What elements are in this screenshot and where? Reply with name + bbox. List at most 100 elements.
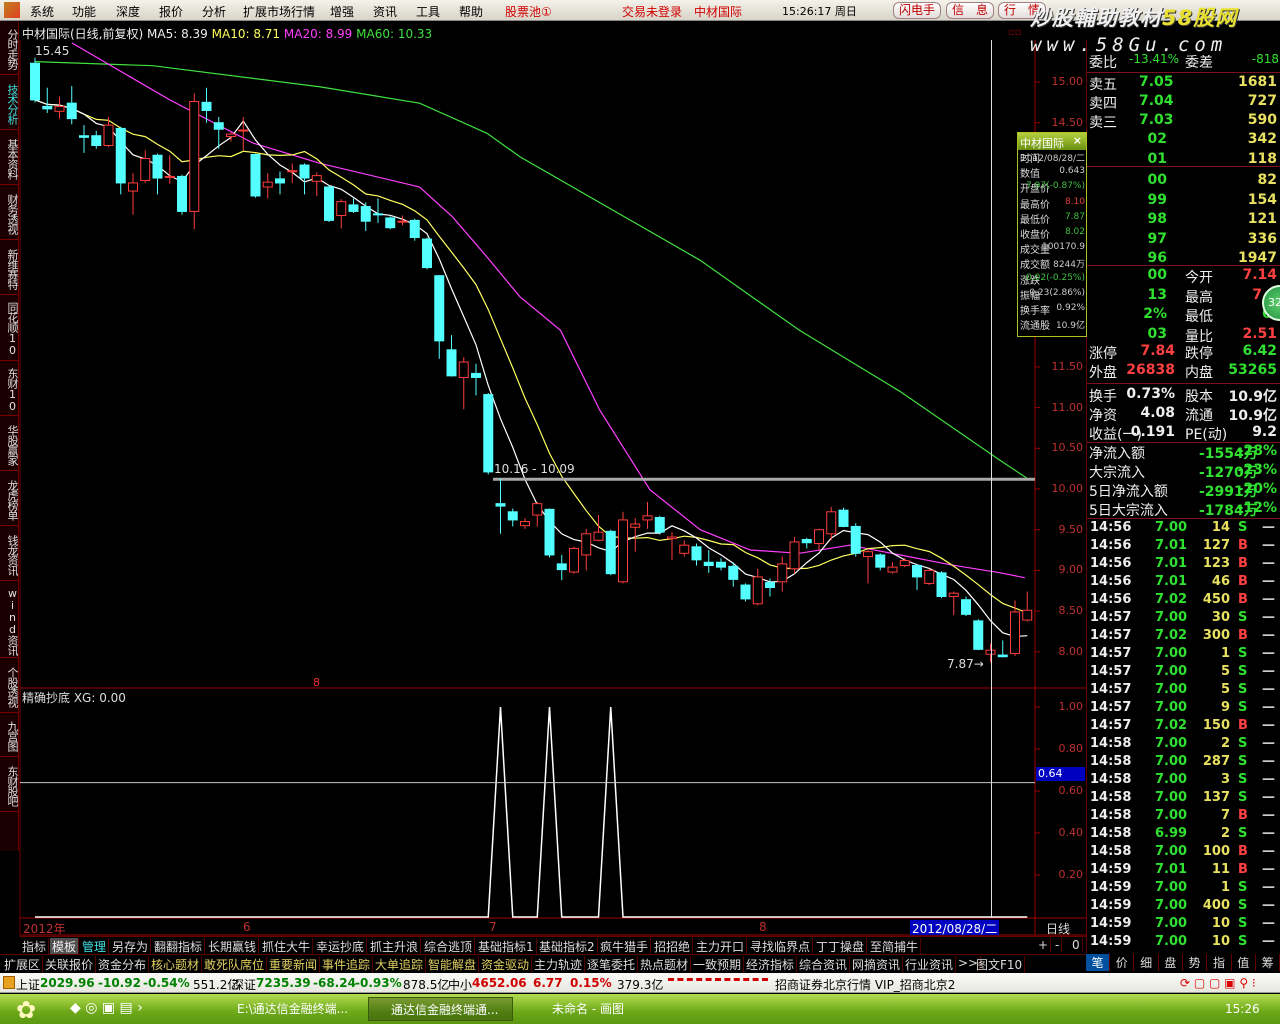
indicator-tab[interactable]: 模板 — [50, 938, 80, 955]
ext-tab[interactable]: 智能解盘 — [426, 956, 480, 973]
moving-averages — [34, 42, 1035, 638]
indicator-tab[interactable]: 基础指标1 — [476, 938, 537, 955]
indicator-tab[interactable]: 基础指标2 — [537, 938, 598, 955]
ext-tab[interactable]: 网摘资讯 — [850, 956, 904, 973]
ext-tab[interactable]: 敢死队席位 — [202, 956, 268, 973]
ext-tab[interactable]: 热点题材 — [638, 956, 692, 973]
quote-tab[interactable]: 值 — [1232, 954, 1256, 971]
indicator-tab[interactable]: 指标 — [20, 938, 50, 955]
period-label[interactable]: 日线 — [1046, 920, 1070, 937]
start-button-flower-icon[interactable]: ✿ — [16, 996, 36, 1024]
tooltip-row: 时间 2012/08/28/二 — [1018, 150, 1086, 165]
taskbar-item-paint[interactable]: 未命名 - 画图 — [530, 997, 650, 1021]
ext-tab[interactable]: 关联报价 — [43, 956, 97, 973]
ext-tab[interactable]: 扩展区 — [2, 956, 44, 973]
ext-tab[interactable]: 主力轨迹 — [532, 956, 586, 973]
tick-price: 7.00 — [1155, 664, 1188, 679]
quote-tab[interactable]: 筹 — [1256, 954, 1280, 971]
candle-body — [66, 102, 77, 120]
zoom-button[interactable]: 0 — [1070, 938, 1083, 952]
indicator-tab[interactable]: 抓住大牛 — [260, 938, 314, 955]
taskbar-item-explorer[interactable]: E:\通达信金融终端... — [215, 997, 355, 1021]
separator — [1087, 265, 1280, 266]
status-tray-icons[interactable]: ⟳ ▢ ▢ ▣ ⚲ ⁝ — [1180, 976, 1256, 990]
candle — [434, 274, 445, 359]
candle — [863, 550, 873, 584]
stat-label: 净资 — [1089, 407, 1117, 424]
candle-body — [936, 572, 947, 597]
ext-tab[interactable]: 资金驱动 — [479, 956, 533, 973]
candle — [691, 543, 702, 566]
ext-tab[interactable]: 图文F10 — [974, 956, 1026, 973]
candle-body — [385, 217, 396, 229]
tick-row: 14:56 7.02 450 B — — [1090, 591, 1280, 609]
ask-volume: 590 — [1247, 112, 1277, 128]
high-price-label: 15.45 — [35, 44, 70, 58]
quote-tab[interactable]: 指 — [1208, 954, 1232, 971]
tick-volume: 7 — [1220, 808, 1230, 823]
indicator-tab[interactable]: 管理 — [80, 938, 110, 955]
candle — [789, 537, 800, 574]
quote-tab[interactable]: 盘 — [1159, 954, 1183, 971]
tick-time: 14:59 — [1090, 880, 1132, 895]
indicator-tab[interactable]: 疯牛猎手 — [598, 938, 652, 955]
ext-tab[interactable]: 资金分布 — [96, 956, 150, 973]
indicator-tick-label: 0.80 — [1058, 742, 1084, 755]
quote-tab[interactable]: 势 — [1183, 954, 1208, 971]
sz-index-pct: -0.93% — [355, 976, 402, 990]
quote-tab[interactable]: 价 — [1110, 954, 1135, 971]
separator — [1087, 72, 1280, 73]
quick-launch-icons[interactable]: ◆ ◎ ▣ ▤ › — [70, 1000, 143, 1016]
quote-tab[interactable]: 笔 — [1086, 954, 1110, 971]
ext-tab[interactable]: 逐笔委托 — [585, 956, 639, 973]
indicator-tab[interactable]: 抓主升浪 — [368, 938, 422, 955]
ext-tab[interactable]: 经济指标 — [744, 956, 798, 973]
zoom-button[interactable]: - — [1053, 938, 1063, 952]
candle-body — [152, 154, 163, 179]
stat-fragment: 00 — [1147, 267, 1167, 283]
ext-tab[interactable]: 大单追踪 — [373, 956, 427, 973]
candle — [936, 571, 947, 599]
indicator-tab[interactable]: 综合逃顶 — [422, 938, 476, 955]
tick-side: B — [1238, 808, 1248, 823]
ask-volume: 727 — [1247, 93, 1277, 109]
tick-side: B — [1238, 556, 1248, 571]
close-icon[interactable]: × — [1073, 134, 1082, 147]
indicator-tab[interactable]: 另存为 — [110, 938, 152, 955]
candle-body — [679, 544, 690, 554]
zoom-button[interactable]: + — [1036, 938, 1052, 952]
tick-side: S — [1238, 610, 1248, 625]
tick-time: 14:56 — [1090, 556, 1132, 571]
tick-time: 14:57 — [1090, 628, 1132, 643]
quote-stat-row: 00 今开 7.14 — [1089, 267, 1279, 286]
candle — [948, 591, 959, 616]
chart-window-controls[interactable]: ▫▫ — [1008, 27, 1022, 38]
indicator-tab[interactable]: 至简捕牛 — [868, 938, 922, 955]
indicator-tab[interactable]: 幸运抄底 — [314, 938, 368, 955]
candle-body — [91, 135, 102, 146]
tick-row: 14:57 7.00 1 S — — [1090, 645, 1280, 663]
ext-tab[interactable]: 一致预期 — [691, 956, 745, 973]
server-info[interactable]: 招商证券北京行情 VIP_招商北京2 — [775, 976, 955, 993]
taskbar-item-tdx[interactable]: 通达信金融终端通... — [368, 997, 513, 1021]
indicator-tab[interactable]: 主力开口 — [694, 938, 748, 955]
indicator-tab[interactable]: 翻翻指标 — [152, 938, 206, 955]
indicator-tick-label: 0.40 — [1058, 826, 1084, 839]
tooltip-titlebar[interactable]: 中材国际 × — [1018, 133, 1086, 150]
indicator-tab[interactable]: 丁丁操盘 — [814, 938, 868, 955]
ext-tab[interactable]: 行业资讯 — [903, 956, 957, 973]
indicator-tab[interactable]: 招招绝 — [652, 938, 694, 955]
tick-row: 14:59 7.00 10 S — — [1090, 915, 1280, 933]
event-marker[interactable]: 8 — [313, 676, 320, 689]
indicator-tab[interactable]: 长期赢钱 — [206, 938, 260, 955]
candle — [66, 86, 77, 125]
tick-volume: 2 — [1220, 826, 1230, 841]
ext-tab[interactable]: 事件追踪 — [320, 956, 374, 973]
ext-tab[interactable]: 核心题材 — [149, 956, 203, 973]
indicator-tab[interactable]: 寻找临界点 — [748, 938, 814, 955]
sme-index-change: 6.77 — [533, 976, 563, 990]
ext-tab[interactable]: 综合资讯 — [797, 956, 851, 973]
ext-tab[interactable]: 重要新闻 — [267, 956, 321, 973]
candle — [618, 511, 628, 584]
quote-tab[interactable]: 细 — [1135, 954, 1159, 971]
